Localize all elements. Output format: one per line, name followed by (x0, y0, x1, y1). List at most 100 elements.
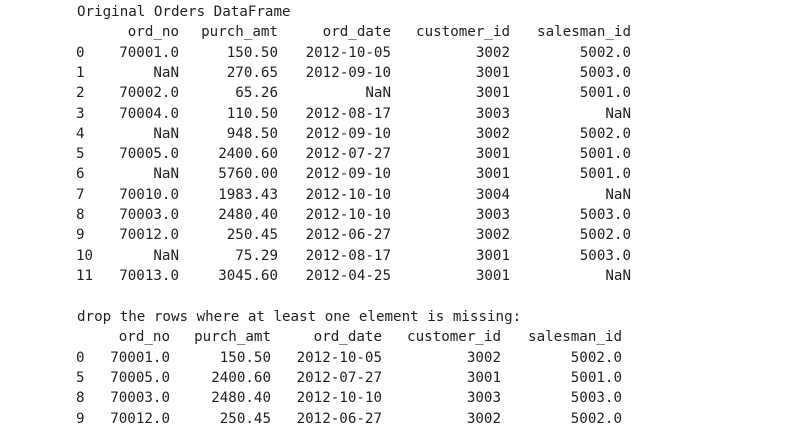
cell-customer-id: 3002 (475, 227, 510, 244)
cell-purch-amt: 948.50 (226, 125, 278, 142)
row-index: 3 (76, 105, 85, 122)
cell-customer-id: 3003 (466, 390, 501, 407)
cell-ord-no: 70004.0 (119, 105, 179, 122)
table-row: 0 70001.0 150.50 2012-10-05 3002 5002.0 (0, 348, 797, 368)
row-index: 8 (76, 390, 85, 407)
table-row: 11 70013.0 3045.60 2012-04-25 3001 NaN (0, 266, 797, 286)
cell-purch-amt: 270.65 (226, 64, 278, 81)
cell-purch-amt: 150.50 (219, 349, 271, 366)
row-index: 11 (76, 267, 94, 284)
cell-salesman-id: 5001.0 (579, 85, 631, 102)
dropna-dataframe-title: drop the rows where at least one element… (0, 307, 797, 327)
cell-ord-no: 70012.0 (119, 227, 179, 244)
row-index: 6 (76, 166, 85, 183)
column-header-purch-amt: purch_amt (194, 329, 271, 346)
row-index: 10 (76, 247, 94, 264)
cell-purch-amt: 2480.40 (218, 207, 278, 223)
cell-ord-no: 70001.0 (110, 349, 170, 366)
cell-salesman-id: 5003.0 (579, 207, 631, 223)
cell-ord-no: NaN (153, 125, 179, 142)
cell-customer-id: 3002 (475, 125, 510, 142)
cell-purch-amt: 75.29 (235, 247, 278, 264)
cell-salesman-id: 5001.0 (579, 146, 631, 163)
cell-purch-amt: 110.50 (226, 105, 278, 122)
cell-customer-id: 3001 (475, 85, 510, 102)
cell-ord-date: NaN (365, 85, 391, 102)
column-header-ord-no: ord_no (118, 329, 170, 346)
cell-customer-id: 3002 (466, 349, 501, 366)
cell-salesman-id: NaN (605, 267, 631, 284)
cell-ord-date: 2012-09-10 (305, 125, 391, 142)
row-index: 1 (76, 64, 85, 81)
cell-ord-date: 2012-04-25 (305, 267, 391, 284)
cell-salesman-id: 5003.0 (579, 247, 631, 264)
table-row: 0 70001.0 150.50 2012-10-05 3002 5002.0 (0, 43, 797, 63)
row-index: 7 (76, 186, 85, 203)
cell-salesman-id: 5001.0 (579, 166, 631, 183)
section-title: drop the rows where at least one element… (77, 309, 522, 325)
row-index: 0 (76, 44, 85, 61)
column-header-ord-no: ord_no (127, 24, 179, 41)
cell-ord-no: NaN (153, 64, 179, 81)
section-title: Original Orders DataFrame (77, 4, 291, 20)
table-row: 6 NaN 5760.00 2012-09-10 3001 5001.0 (0, 164, 797, 184)
cell-ord-date: 2012-10-10 (305, 207, 391, 223)
cell-customer-id: 3004 (475, 186, 510, 203)
cell-customer-id: 3003 (475, 105, 510, 122)
cell-salesman-id: NaN (605, 186, 631, 203)
cell-salesman-id: NaN (605, 105, 631, 122)
table-row: 7 70010.0 1983.43 2012-10-10 3004 NaN (0, 185, 797, 205)
row-index: 5 (76, 369, 85, 386)
cell-ord-no: NaN (153, 166, 179, 183)
cell-ord-date: 2012-10-05 (296, 349, 382, 366)
column-header-ord-date: ord_date (322, 24, 391, 41)
cell-purch-amt: 150.50 (226, 44, 278, 61)
cell-salesman-id: 5002.0 (579, 125, 631, 142)
cell-purch-amt: 2400.60 (211, 369, 271, 386)
cell-ord-date: 2012-09-10 (305, 64, 391, 81)
cell-ord-date: 2012-08-17 (305, 247, 391, 264)
row-index: 2 (76, 85, 85, 102)
cell-salesman-id: 5002.0 (579, 44, 631, 61)
cell-ord-no: 70001.0 (119, 44, 179, 61)
cell-purch-amt: 3045.60 (218, 267, 278, 284)
cell-customer-id: 3001 (466, 369, 501, 386)
cell-customer-id: 3001 (475, 166, 510, 183)
cell-ord-date: 2012-08-17 (305, 105, 391, 122)
cell-purch-amt: 250.45 (219, 410, 271, 427)
table-row: 1 NaN 270.65 2012-09-10 3001 5003.0 (0, 63, 797, 83)
cell-ord-date: 2012-07-27 (296, 369, 382, 386)
cell-customer-id: 3002 (475, 44, 510, 61)
cell-purch-amt: 2480.40 (211, 390, 271, 407)
original-dataframe-title: Original Orders DataFrame (0, 2, 797, 22)
cell-salesman-id: 5002.0 (579, 227, 631, 244)
cell-ord-date: 2012-10-10 (305, 186, 391, 203)
cell-purch-amt: 2400.60 (218, 146, 278, 163)
column-header-salesman-id: salesman_id (528, 329, 622, 346)
cell-ord-date: 2012-10-05 (305, 44, 391, 61)
table-header: ord_no purch_amt ord_date customer_id salesm… (0, 22, 797, 42)
cell-purch-amt: 250.45 (226, 227, 278, 244)
cell-ord-no: 70005.0 (119, 146, 179, 163)
row-index: 5 (76, 146, 85, 163)
cell-purch-amt: 5760.00 (218, 166, 278, 183)
table-row: 5 70005.0 2400.60 2012-07-27 3001 5001.0 (0, 144, 797, 164)
cell-ord-no: 70003.0 (110, 390, 170, 407)
column-header-customer-id: customer_id (416, 24, 510, 41)
cell-ord-date: 2012-06-27 (296, 410, 382, 427)
cell-customer-id: 3001 (475, 146, 510, 163)
column-header-purch-amt: purch_amt (201, 24, 278, 41)
table-row: 9 70012.0 250.45 2012-06-27 3002 5002.0 (0, 409, 797, 429)
cell-ord-date: 2012-09-10 (305, 166, 391, 183)
row-index: 4 (76, 125, 85, 142)
cell-salesman-id: 5002.0 (570, 349, 622, 366)
cell-ord-no: 70005.0 (110, 369, 170, 386)
row-index: 8 (76, 207, 85, 223)
cell-salesman-id: 5002.0 (570, 410, 622, 427)
table-row: 9 70012.0 250.45 2012-06-27 3002 5002.0 (0, 225, 797, 245)
cell-customer-id: 3001 (475, 64, 510, 81)
cell-customer-id: 3001 (475, 267, 510, 284)
table-row: 2 70002.0 65.26 NaN 3001 5001.0 (0, 83, 797, 103)
cell-ord-no: 70012.0 (110, 410, 170, 427)
table-header: ord_no purch_amt ord_date customer_id salesm… (0, 327, 797, 347)
